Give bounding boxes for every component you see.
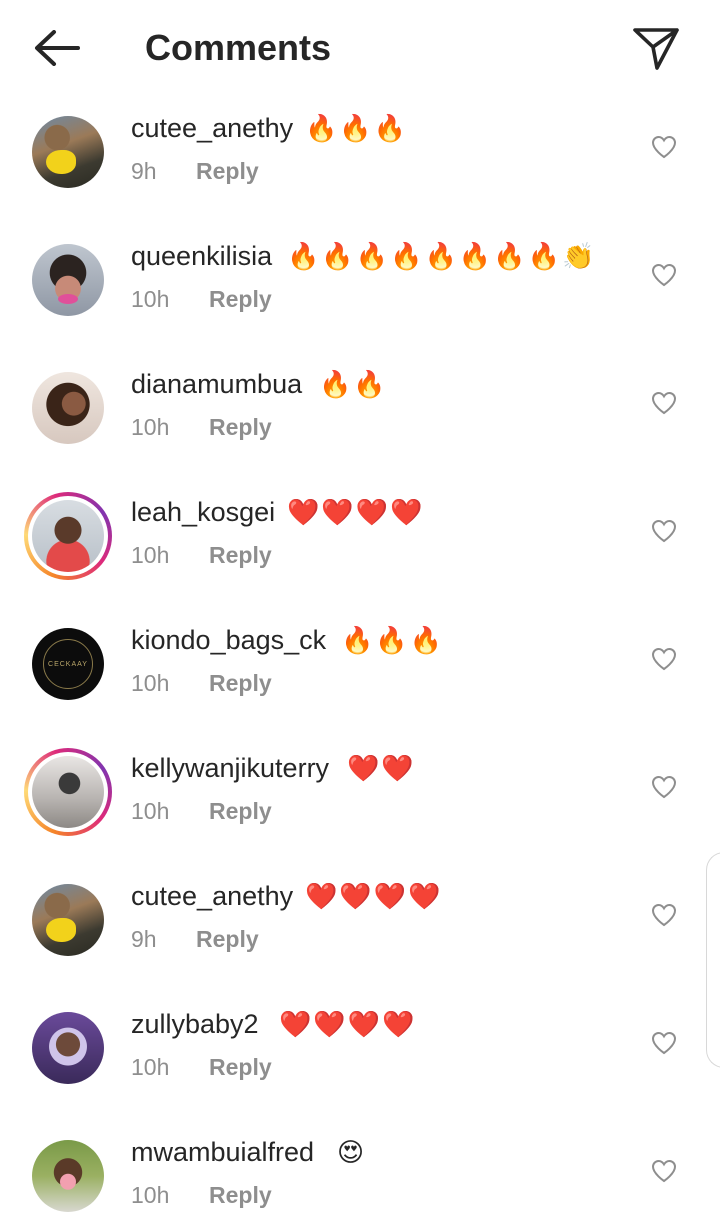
comment-item: mwambuialfred 😍 10h Reply	[0, 1120, 720, 1220]
story-ring[interactable]	[24, 748, 112, 836]
edge-panel-handle[interactable]	[706, 852, 720, 1068]
avatar[interactable]	[32, 1012, 104, 1084]
reply-button[interactable]: Reply	[209, 412, 272, 442]
comment-item: zullybaby2 ❤️❤️❤️❤️ 10h Reply	[0, 992, 720, 1120]
comment-text: 😍	[337, 1137, 367, 1167]
reply-button[interactable]: Reply	[209, 540, 272, 570]
share-button[interactable]	[628, 24, 684, 74]
comments-header: Comments	[0, 0, 720, 96]
avatar-container[interactable]	[32, 1012, 104, 1084]
avatar[interactable]	[32, 116, 104, 188]
arrow-left-icon	[35, 30, 80, 66]
heart-icon	[651, 647, 677, 671]
avatar[interactable]	[32, 1140, 104, 1212]
comment-timestamp: 10h	[131, 798, 170, 824]
comment-item: cutee_anethy ❤️❤️❤️❤️ 9h Reply	[0, 864, 720, 992]
heart-icon	[651, 519, 677, 543]
comment-username[interactable]: kellywanjikuterry	[131, 750, 329, 786]
avatar-container[interactable]: CECKAAY	[32, 628, 104, 700]
comment-username[interactable]: dianamumbua	[131, 366, 302, 402]
comment-username[interactable]: zullybaby2	[131, 1006, 259, 1042]
like-button[interactable]	[648, 644, 680, 674]
avatar-container[interactable]	[32, 244, 104, 316]
like-button[interactable]	[648, 1156, 680, 1186]
comment-timestamp: 9h	[131, 158, 157, 184]
comment-timestamp: 10h	[131, 414, 170, 440]
reply-button[interactable]: Reply	[209, 668, 272, 698]
comment-item: cutee_anethy 🔥🔥🔥 9h Reply	[0, 96, 720, 224]
heart-icon	[651, 263, 677, 287]
avatar-container[interactable]	[32, 884, 104, 956]
reply-button[interactable]: Reply	[196, 924, 259, 954]
heart-icon	[651, 903, 677, 927]
avatar[interactable]	[32, 756, 104, 828]
comment-item: queenkilisia 🔥🔥🔥🔥🔥🔥🔥🔥👏 10h Reply	[0, 224, 720, 352]
heart-icon	[651, 775, 677, 799]
heart-icon	[651, 135, 677, 159]
like-button[interactable]	[648, 132, 680, 162]
comment-text: 🔥🔥🔥	[341, 625, 445, 655]
avatar[interactable]	[32, 884, 104, 956]
comment-item: leah_kosgei ❤️❤️❤️❤️ 10h Reply	[0, 480, 720, 608]
like-button[interactable]	[648, 1028, 680, 1058]
brand-logo: CECKAAY	[43, 639, 93, 689]
comment-timestamp: 10h	[131, 286, 170, 312]
comment-username[interactable]: mwambuialfred	[131, 1134, 314, 1170]
comment-timestamp: 9h	[131, 926, 157, 952]
avatar[interactable]	[32, 372, 104, 444]
like-button[interactable]	[648, 516, 680, 546]
avatar[interactable]	[32, 244, 104, 316]
reply-button[interactable]: Reply	[209, 284, 272, 314]
comment-timestamp: 10h	[131, 670, 170, 696]
avatar[interactable]	[32, 500, 104, 572]
comment-text: 🔥🔥🔥	[305, 113, 409, 143]
avatar-container[interactable]	[32, 116, 104, 188]
like-button[interactable]	[648, 772, 680, 802]
story-ring[interactable]	[24, 492, 112, 580]
comment-text: ❤️❤️	[347, 753, 416, 783]
comment-timestamp: 10h	[131, 1182, 170, 1208]
comment-text: ❤️❤️❤️❤️	[279, 1009, 417, 1039]
comment-username[interactable]: cutee_anethy	[131, 110, 293, 146]
like-button[interactable]	[648, 260, 680, 290]
comment-text: 🔥🔥	[319, 369, 388, 399]
reply-button[interactable]: Reply	[209, 1052, 272, 1082]
heart-icon	[651, 391, 677, 415]
avatar-container[interactable]	[32, 1140, 104, 1212]
heart-icon	[651, 1031, 677, 1055]
reply-button[interactable]: Reply	[209, 1180, 272, 1210]
page-title: Comments	[145, 27, 332, 68]
back-button[interactable]	[28, 26, 84, 70]
avatar-container[interactable]	[32, 372, 104, 444]
like-button[interactable]	[648, 900, 680, 930]
comment-username[interactable]: cutee_anethy	[131, 878, 293, 914]
avatar[interactable]: CECKAAY	[32, 628, 104, 700]
comment-item: CECKAAY kiondo_bags_ck 🔥🔥🔥 10h Reply	[0, 608, 720, 736]
paper-plane-icon	[633, 28, 679, 70]
comment-username[interactable]: leah_kosgei	[131, 494, 275, 530]
heart-icon	[651, 1159, 677, 1183]
reply-button[interactable]: Reply	[209, 796, 272, 826]
comment-item: kellywanjikuterry ❤️❤️ 10h Reply	[0, 736, 720, 864]
comment-timestamp: 10h	[131, 542, 170, 568]
comment-text: ❤️❤️❤️❤️	[287, 497, 425, 527]
comment-item: dianamumbua 🔥🔥 10h Reply	[0, 352, 720, 480]
reply-button[interactable]: Reply	[196, 156, 259, 186]
comment-timestamp: 10h	[131, 1054, 170, 1080]
comment-text: ❤️❤️❤️❤️	[305, 881, 443, 911]
comment-username[interactable]: kiondo_bags_ck	[131, 622, 326, 658]
comment-text: 🔥🔥🔥🔥🔥🔥🔥🔥👏	[287, 241, 597, 271]
like-button[interactable]	[648, 388, 680, 418]
comment-username[interactable]: queenkilisia	[131, 238, 272, 274]
